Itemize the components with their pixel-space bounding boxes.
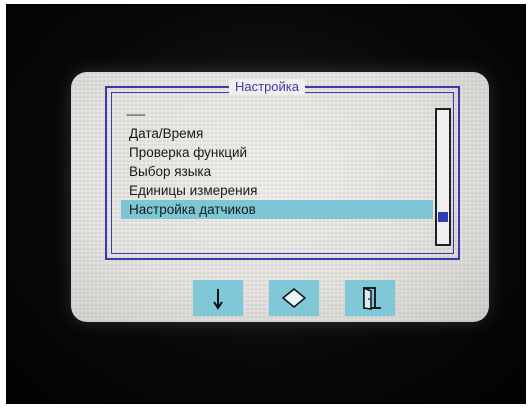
settings-menu: ------- Дата/Время Проверка функций Выбо… [121,110,433,219]
lcd-screen: Настройка ------- Дата/Время Проверка фу… [71,72,489,322]
menu-item-function-check[interactable]: Проверка функций [121,143,433,162]
arrow-down-icon [213,289,223,310]
down-button[interactable] [193,280,243,316]
screen-title: Настройка [229,79,305,95]
menu-separator: ------- [126,109,146,121]
device-photo: Настройка ------- Дата/Время Проверка фу… [6,4,526,404]
scrollbar-thumb[interactable] [438,212,448,222]
menu-item-language[interactable]: Выбор языка [121,162,433,181]
menu-item-units[interactable]: Единицы измерения [121,181,433,200]
menu-item-sensor-setup[interactable]: Настройка датчиков [121,200,433,219]
menu-item-date-time[interactable]: Дата/Время [121,124,433,143]
exit-door-icon [363,286,381,310]
diamond-enter-icon [281,288,307,308]
settings-panel: Настройка ------- Дата/Время Проверка фу… [105,79,460,260]
enter-button[interactable] [269,280,319,316]
exit-button[interactable] [345,280,395,316]
menu-scrollbar[interactable] [435,108,451,246]
